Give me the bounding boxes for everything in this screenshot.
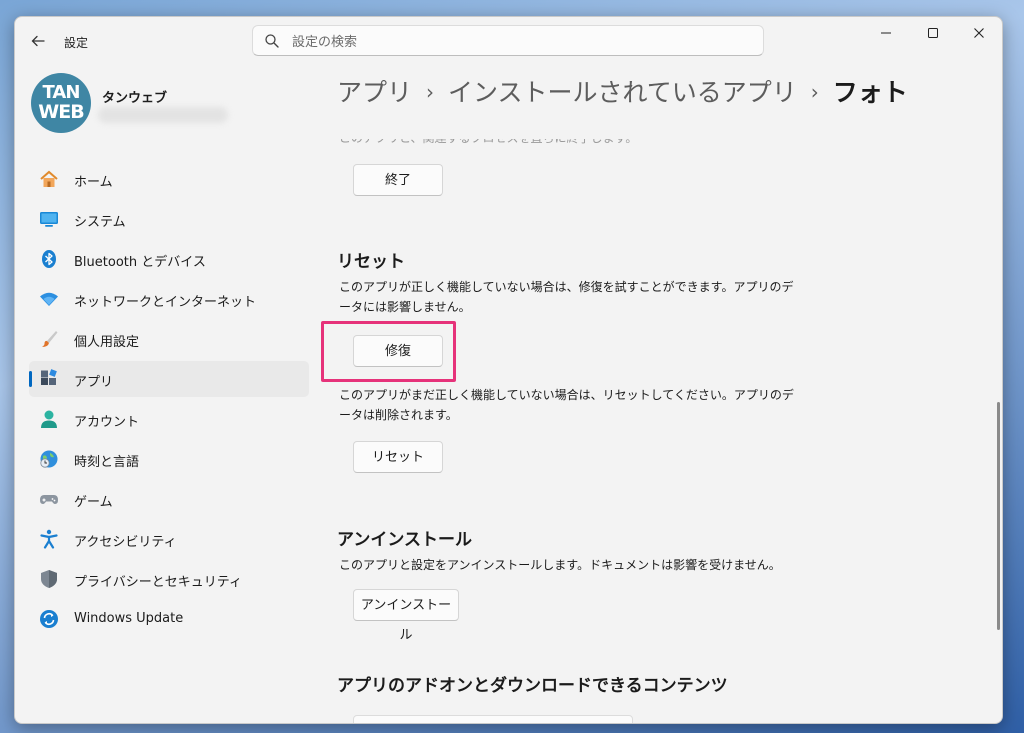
home-icon	[40, 170, 58, 187]
terminate-button[interactable]: 終了	[353, 164, 443, 196]
sidebar-item-apps[interactable]: アプリ	[29, 361, 309, 397]
app-title: 設定	[64, 36, 89, 50]
chevron-right-icon: ›	[810, 80, 819, 104]
close-button[interactable]	[956, 17, 1002, 49]
selected-indicator	[29, 371, 32, 387]
breadcrumb-item-apps[interactable]: アプリ	[337, 78, 412, 107]
avatar[interactable]: TAN WEB	[31, 73, 91, 133]
reset-section-title: リセット	[337, 252, 405, 272]
search-input[interactable]	[290, 31, 734, 53]
sidebar-item-label: システム	[74, 215, 126, 230]
back-button[interactable]	[27, 30, 49, 52]
brush-icon	[42, 331, 58, 347]
main-content: アプリ › インストールされているアプリ › フォト このアプリと、関連するプロセスを直…	[321, 65, 1002, 723]
update-icon	[40, 610, 58, 628]
sidebar-item-label: Windows Update	[74, 611, 184, 626]
minimize-button[interactable]	[863, 17, 909, 49]
close-icon	[974, 28, 984, 38]
minimize-icon	[881, 32, 891, 34]
gamepad-icon	[40, 495, 58, 504]
uninstall-section-title: アンインストール	[337, 530, 472, 550]
repair-highlight-box	[321, 321, 456, 382]
page-title: フォト	[832, 78, 908, 107]
sidebar-item-label: 時刻と言語	[74, 455, 140, 470]
sidebar-item-home[interactable]: ホーム	[29, 161, 309, 197]
reset-description: このアプリがまだ正しく機能していない場合は、リセットしてください。アプリのデータ…	[339, 388, 794, 422]
profile-name: タンウェブ	[102, 91, 168, 106]
globe-clock-icon	[40, 450, 58, 468]
uninstall-description: このアプリと設定をアンインストールします。ドキュメントは影響を受けません。	[339, 558, 781, 572]
sidebar-item-gaming[interactable]: ゲーム	[29, 481, 309, 517]
search-icon	[265, 34, 279, 48]
maximize-button[interactable]	[910, 17, 956, 49]
sidebar: TAN WEB タンウェブ ホーム システム Bluetooth とデバイス ネ…	[15, 65, 325, 723]
maximize-icon	[928, 28, 938, 38]
settings-search-box[interactable]	[252, 25, 764, 56]
sidebar-item-label: Bluetooth とデバイス	[74, 255, 206, 270]
accessibility-icon	[40, 529, 58, 549]
repair-description: このアプリが正しく機能していない場合は、修復を試すことができます。アプリのデータ…	[339, 280, 794, 314]
sidebar-item-personalization[interactable]: 個人用設定	[29, 321, 309, 357]
uninstall-button[interactable]: アンインストール	[353, 589, 459, 643]
sidebar-item-label: アプリ	[74, 375, 114, 390]
sidebar-item-label: ゲーム	[74, 495, 113, 510]
system-icon	[40, 212, 58, 227]
bluetooth-icon	[42, 250, 56, 268]
wifi-icon	[40, 292, 58, 306]
sidebar-item-time-language[interactable]: 時刻と言語	[29, 441, 309, 477]
sidebar-item-privacy-security[interactable]: プライバシーとセキュリティ	[29, 561, 309, 597]
reset-button[interactable]: リセット	[353, 441, 443, 473]
chevron-right-icon: ›	[426, 80, 435, 104]
sidebar-item-windows-update[interactable]: Windows Update	[29, 601, 309, 637]
sidebar-item-label: ネットワークとインターネット	[74, 295, 257, 310]
sidebar-item-accessibility[interactable]: アクセシビリティ	[29, 521, 309, 557]
avatar-text-bottom: WEB	[38, 101, 84, 123]
title-bar: 設定	[15, 17, 1002, 65]
sidebar-item-label: アクセシビリティ	[74, 535, 177, 550]
sidebar-item-label: 個人用設定	[74, 335, 140, 350]
sidebar-item-accounts[interactable]: アカウント	[29, 401, 309, 437]
sidebar-item-label: プライバシーとセキュリティ	[74, 575, 242, 590]
back-arrow-icon	[31, 35, 45, 47]
account-icon	[41, 410, 57, 428]
scrollbar[interactable]	[997, 402, 1000, 630]
shield-icon	[41, 570, 57, 588]
sidebar-item-system[interactable]: システム	[29, 201, 309, 237]
settings-window: 設定 TAN WEB タンウェブ	[14, 16, 1003, 724]
sidebar-nav: ホーム システム Bluetooth とデバイス ネットワークとインターネット …	[29, 161, 309, 641]
addons-section-title: アプリのアドオンとダウンロードできるコンテンツ	[337, 676, 728, 696]
terminate-description: このアプリと、関連するプロセスを直ちに終了します。	[339, 131, 638, 145]
sidebar-item-network[interactable]: ネットワークとインターネット	[29, 281, 309, 317]
addons-search-box[interactable]	[353, 715, 633, 723]
addons-search-input[interactable]	[363, 721, 607, 723]
sidebar-item-bluetooth[interactable]: Bluetooth とデバイス	[29, 241, 309, 277]
profile-email-blurred	[98, 107, 228, 123]
breadcrumb-item-installed-apps[interactable]: インストールされているアプリ	[448, 78, 797, 107]
apps-icon	[41, 369, 57, 385]
avatar-text-top: TAN	[42, 82, 81, 103]
breadcrumb: アプリ › インストールされているアプリ › フォト	[337, 73, 908, 109]
sidebar-item-label: アカウント	[74, 415, 140, 430]
sidebar-item-label: ホーム	[74, 175, 113, 190]
